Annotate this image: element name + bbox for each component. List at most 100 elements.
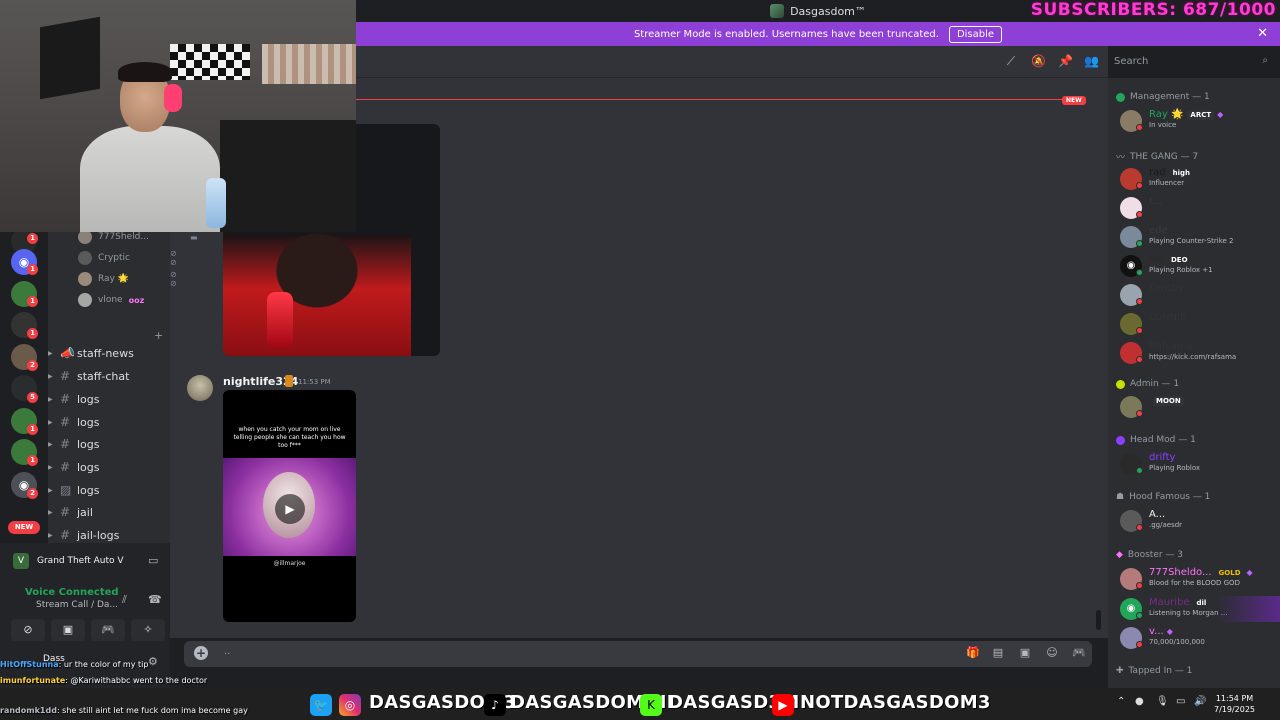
member-name: Mauribe dil (1149, 597, 1209, 608)
settings-gear-icon[interactable]: ⚙ (148, 655, 158, 668)
member-name: ede (1149, 225, 1168, 236)
new-unreads-pill[interactable]: NEW (8, 521, 40, 534)
soundboard-button[interactable]: ✧ (131, 619, 165, 641)
system-clock[interactable]: 11:54 PM 7/19/2025 (1214, 693, 1255, 715)
search-input[interactable]: Search ⌕ (1108, 52, 1274, 72)
gift-icon[interactable]: 🎁 (966, 647, 980, 659)
channel-item[interactable]: ▶ # logs (48, 389, 170, 409)
threads-icon[interactable]: ⟋ (1004, 54, 1018, 68)
tray-app-icon[interactable]: ● (1135, 696, 1144, 707)
tray-chevron-icon[interactable]: ⌃ (1117, 696, 1125, 707)
message-avatar[interactable] (187, 375, 213, 401)
group-name: Booster — 3 (1127, 550, 1184, 560)
member-item[interactable]: Ray 🌟 ARCT ◆ In voice (1120, 108, 1280, 134)
member-item[interactable]: LONNIE (1120, 311, 1280, 337)
network-icon[interactable]: ▭ (1176, 696, 1185, 707)
chat-text: : @Kariwithabbc went to the doctor (65, 676, 208, 685)
voice-user[interactable]: Ray 🌟 ⊘ ⊘ (78, 270, 177, 288)
voice-channel-name[interactable]: Stream Call / Da... (36, 600, 118, 610)
new-messages-badge[interactable]: NEW (1062, 96, 1086, 105)
unread-badge: 2 (27, 360, 38, 371)
channel-item[interactable]: ▶ ▨ logs (48, 480, 170, 500)
member-tag: DEO (1171, 256, 1188, 264)
channel-item[interactable]: ▶ # logs (48, 412, 170, 432)
sticker-icon[interactable]: ▣ (1019, 647, 1031, 659)
member-group-header: ☗ Hood Famous — 1 (1116, 492, 1210, 502)
noise-suppression-icon[interactable]: ⫽ (122, 593, 127, 607)
unread-badge: 1 (27, 328, 38, 339)
emoji-icon[interactable]: ☺ (1046, 647, 1058, 659)
member-item[interactable]: v... ◆ 70,000/100,000 (1120, 625, 1280, 651)
member-item[interactable]: ◉ Mauribe dil Listening to Morgan ... (1120, 596, 1280, 622)
attach-plus-icon[interactable]: + (194, 646, 208, 660)
message-composer[interactable]: + .. 🎁 ▤ ▣ ☺ 🎮 (184, 641, 1092, 667)
instagram-icon: ◎ (339, 694, 361, 716)
channel-item[interactable]: ▶ # jail-logs (48, 525, 170, 545)
member-item[interactable]: drifty Playing Roblox (1120, 451, 1280, 477)
pin-icon[interactable]: 📌 (1058, 54, 1073, 68)
hash-icon: # (60, 528, 71, 542)
microphone-icon[interactable]: 🎙 (1156, 696, 1169, 707)
expand-icon: ▶ (48, 395, 53, 403)
expand-icon: ▶ (48, 508, 53, 516)
headphones-icon (164, 84, 182, 112)
gif-icon[interactable]: ▤ (992, 647, 1004, 659)
video-thumbnail (223, 234, 411, 356)
add-channel-icon[interactable]: + (154, 329, 163, 342)
member-name: A... (1149, 509, 1166, 520)
play-icon[interactable]: ▶ (275, 494, 305, 524)
disconnect-icon[interactable]: ☎ (148, 593, 162, 606)
status-dot (1136, 467, 1143, 474)
unread-badge: 1 (27, 455, 38, 466)
member-item[interactable]: Rafsama https://kick.com/rafsama (1120, 340, 1280, 366)
voice-user-tag: ooz (128, 295, 145, 305)
channel-item[interactable]: ▶ 📣 staff-news (48, 343, 170, 363)
member-item[interactable]: t... (1120, 195, 1280, 221)
member-name-text: v... (1149, 626, 1164, 637)
activity-game[interactable]: V Grand Theft Auto V (13, 553, 124, 569)
youtube-icon: ▶ (772, 694, 794, 716)
voice-user[interactable]: Cryptic ⊘ ⊘ (78, 249, 177, 267)
member-list-icon[interactable]: 👥 (1084, 54, 1099, 68)
member-item[interactable]: rad high Influencer (1120, 166, 1280, 192)
role-icon: 〰 (1116, 153, 1126, 163)
member-activity: In voice (1149, 121, 1177, 129)
chat-text: : ur the color of my tip (58, 660, 149, 669)
channel-item[interactable]: ▶ # staff-chat (48, 366, 170, 386)
status-dot (1136, 211, 1143, 218)
unread-badge: 1 (27, 264, 38, 275)
apps-icon[interactable]: 🎮 (1072, 647, 1086, 659)
member-item[interactable]: MOON (1120, 394, 1280, 420)
unread-badge: 1 (27, 296, 38, 307)
status-dot (1136, 612, 1143, 619)
member-group-header: Head Mod — 1 (1116, 435, 1196, 445)
member-name: Ray 🌟 ARCT ◆ (1149, 109, 1223, 120)
channel-item[interactable]: ▶ # logs (48, 434, 170, 454)
disable-button[interactable]: Disable (948, 25, 1003, 43)
member-item[interactable]: 777Sheldo... GOLD ◆ Blood for the BLOOD GOD (1120, 566, 1280, 592)
video-embed[interactable]: when you catch your mom on live telling … (223, 390, 356, 622)
member-item[interactable]: ◉ Kei DEO Playing Roblox +1 (1120, 253, 1280, 279)
member-item[interactable]: A... .gg/aesdr (1120, 508, 1280, 534)
member-tag: GOLD (1218, 569, 1241, 577)
member-activity: .gg/aesdr (1149, 521, 1183, 529)
screen-share-button[interactable]: ▣ (51, 619, 85, 641)
member-item[interactable]: ede Playing Counter-Strike 2 (1120, 224, 1280, 250)
voice-connected-status[interactable]: Voice Connected (25, 587, 119, 598)
close-icon[interactable]: ✕ (1257, 26, 1268, 41)
twitter-icon: 🐦 (310, 694, 332, 716)
channel-item[interactable]: ▶ # logs (48, 457, 170, 477)
chat-scrollbar[interactable] (1096, 610, 1101, 630)
member-group-header: ✚ Tapped In — 1 (1116, 666, 1192, 676)
member-item[interactable]: Kentby (1120, 282, 1280, 308)
activities-button[interactable]: 🎮 (91, 619, 125, 641)
status-dot (1136, 298, 1143, 305)
notification-mute-icon[interactable]: 🔕 (1031, 54, 1046, 68)
voice-user[interactable]: vlone ooz (78, 292, 144, 308)
new-messages-divider (356, 99, 1084, 100)
channel-item[interactable]: ▶ # jail (48, 502, 170, 522)
expand-icon: ▶ (48, 463, 53, 471)
monitor-icon[interactable]: ▭ (148, 554, 158, 567)
camera-off-button[interactable]: ⊘ (11, 619, 45, 641)
volume-icon[interactable]: 🔊 (1194, 696, 1206, 707)
